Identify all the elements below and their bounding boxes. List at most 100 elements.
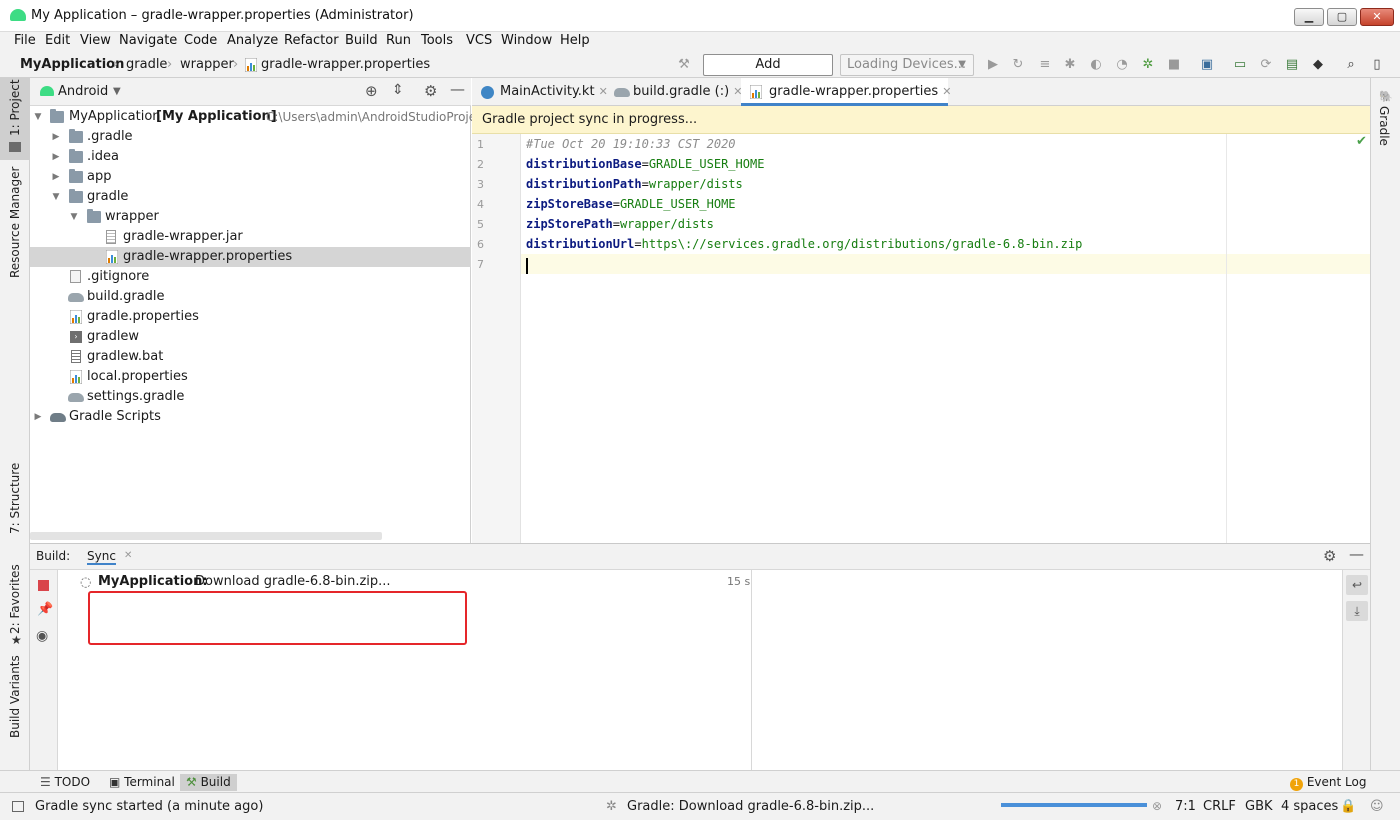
gear-icon[interactable]: ⚙ — [424, 82, 437, 100]
terminal-tool-tab[interactable]: ▣ Terminal — [103, 774, 181, 791]
tree-item[interactable]: ▼ gradle — [30, 187, 471, 207]
chevron-right-icon[interactable]: ▶ — [33, 407, 43, 427]
caret-position[interactable]: 7:1 — [1175, 799, 1196, 814]
menu-file[interactable]: File — [14, 33, 36, 48]
device-selector[interactable]: Loading Devices... ▼ — [840, 54, 974, 76]
resource-manager-tab[interactable]: Resource Manager — [8, 167, 22, 278]
add-configuration-button[interactable]: Add Configuration... — [703, 54, 833, 92]
tree-item[interactable]: build.gradle — [30, 287, 471, 307]
breadcrumb-wrapper[interactable]: wrapper — [180, 57, 234, 72]
gradle-tool-tab[interactable]: Gradle — [1377, 106, 1391, 146]
menu-navigate[interactable]: Navigate — [119, 33, 177, 48]
chevron-down-icon[interactable]: ▼ — [69, 207, 79, 227]
account-icon[interactable]: ▯ — [1369, 57, 1385, 73]
chevron-down-icon[interactable]: ▼ — [51, 187, 61, 207]
line-separator[interactable]: CRLF — [1203, 799, 1236, 814]
tree-item[interactable]: ▼ wrapper — [30, 207, 471, 227]
chevron-right-icon[interactable]: ▶ — [51, 147, 61, 167]
todo-tool-tab[interactable]: ☰ TODO — [34, 774, 96, 791]
menu-tools[interactable]: Tools — [421, 33, 453, 48]
structure-tab[interactable]: 7: Structure — [8, 463, 22, 534]
tab-mainactivity[interactable]: MainActivity.kt ✕ — [472, 78, 608, 106]
stop-icon[interactable] — [38, 580, 49, 591]
avd-manager-icon[interactable]: ▭ — [1232, 57, 1248, 73]
pin-icon[interactable]: 📌 — [37, 602, 53, 617]
search-icon[interactable]: ⌕ — [1343, 57, 1359, 73]
tab-gradle-wrapper-properties[interactable]: gradle-wrapper.properties ✕ — [741, 78, 951, 106]
menu-help[interactable]: Help — [560, 33, 590, 48]
menu-window[interactable]: Window — [501, 33, 552, 48]
tab-sync[interactable]: Sync — [87, 549, 116, 565]
locate-file-icon[interactable]: ⊕ — [365, 82, 378, 100]
status-message[interactable]: Gradle sync started (a minute ago) — [35, 799, 263, 814]
tree-item[interactable]: ▶ .gradle — [30, 127, 471, 147]
tree-item[interactable]: ▶ app — [30, 167, 471, 187]
hammer-icon[interactable]: ⚒ — [676, 57, 692, 73]
build-variants-tab[interactable]: Build Variants — [8, 655, 22, 738]
breadcrumb-gradle[interactable]: gradle — [126, 57, 167, 72]
eye-icon[interactable]: ◉ — [36, 628, 48, 644]
breadcrumb-file[interactable]: gradle-wrapper.properties — [261, 57, 430, 72]
indent-setting[interactable]: 4 spaces — [1281, 799, 1338, 814]
close-button[interactable]: ✕ — [1360, 8, 1394, 26]
lock-icon[interactable]: 🔒 — [1340, 799, 1356, 814]
favorites-tab[interactable]: 2: Favorites — [8, 564, 22, 634]
file-encoding[interactable]: GBK — [1245, 799, 1273, 814]
menu-analyze[interactable]: Analyze — [227, 33, 278, 48]
tree-item[interactable]: .gitignore — [30, 267, 471, 287]
sdk-manager-icon[interactable]: ▤ — [1284, 57, 1300, 73]
code-area[interactable]: #Tue Oct 20 19:10:33 CST 2020 distributi… — [472, 134, 1370, 543]
toggle-tool-windows-icon[interactable] — [12, 801, 24, 812]
menu-code[interactable]: Code — [184, 33, 217, 48]
menu-vcs[interactable]: VCS — [466, 33, 492, 48]
menu-run[interactable]: Run — [386, 33, 411, 48]
tab-build-gradle[interactable]: build.gradle (:) ✕ — [605, 78, 742, 106]
horizontal-scrollbar[interactable] — [30, 532, 382, 540]
tree-item[interactable]: local.properties — [30, 367, 471, 387]
profile-icon[interactable]: ◔ — [1114, 57, 1130, 73]
stop-icon[interactable]: ■ — [1166, 57, 1182, 73]
project-structure-icon[interactable]: ▣ — [1199, 57, 1215, 73]
cancel-task-icon[interactable]: ⊗ — [1152, 799, 1162, 813]
tree-item[interactable]: gradle-wrapper.jar — [30, 227, 471, 247]
menu-refactor[interactable]: Refactor — [284, 33, 339, 48]
close-tab-icon[interactable]: ✕ — [942, 85, 951, 98]
sync-gradle-icon[interactable]: ⟳ — [1258, 57, 1274, 73]
background-task-text[interactable]: Gradle: Download gradle-6.8-bin.zip... — [627, 799, 874, 814]
breadcrumb-project[interactable]: MyApplication — [20, 57, 124, 72]
menu-build[interactable]: Build — [345, 33, 378, 48]
soft-wrap-icon[interactable]: ↩ — [1346, 575, 1368, 595]
tree-item-root[interactable]: ▼ MyApplication [My Application] C:\User… — [30, 107, 476, 127]
hide-panel-icon[interactable]: — — [450, 80, 465, 98]
run-icon[interactable]: ▶ — [985, 57, 1001, 73]
minimize-button[interactable]: ▁ — [1294, 8, 1324, 26]
chevron-down-icon[interactable]: ▼ — [33, 107, 43, 127]
menu-view[interactable]: View — [80, 33, 111, 48]
project-tool-tab[interactable]: 1: Project — [0, 78, 30, 160]
tree-item[interactable]: gradle.properties — [30, 307, 471, 327]
event-log-tab[interactable]: 1 Event Log — [1284, 774, 1372, 791]
coverage-icon[interactable]: ◐ — [1088, 57, 1104, 73]
maximize-button[interactable]: ▢ — [1327, 8, 1357, 26]
scroll-to-end-icon[interactable]: ⤓ — [1346, 601, 1368, 621]
apply-code-changes-icon[interactable]: ≡ — [1037, 57, 1053, 73]
tree-item[interactable]: ▶ .idea — [30, 147, 471, 167]
chevron-right-icon[interactable]: ▶ — [51, 167, 61, 187]
tree-item[interactable]: › gradlew — [30, 327, 471, 347]
close-tab-icon[interactable]: ✕ — [124, 550, 132, 561]
collapse-all-icon[interactable]: ⇕ — [392, 82, 404, 98]
hide-panel-icon[interactable]: — — [1349, 545, 1364, 563]
attach-debugger-icon[interactable]: ✲ — [1140, 57, 1156, 73]
build-tool-tab[interactable]: ⚒ Build — [180, 774, 237, 791]
inspector-icon[interactable]: ☺ — [1370, 799, 1384, 814]
tree-item[interactable]: gradlew.bat — [30, 347, 471, 367]
build-task-text[interactable]: Download gradle-6.8-bin.zip... — [195, 574, 391, 589]
layout-inspector-icon[interactable]: ◆ — [1310, 57, 1326, 73]
apply-changes-icon[interactable]: ↻ — [1010, 57, 1026, 73]
debug-icon[interactable]: ✱ — [1062, 57, 1078, 73]
menu-edit[interactable]: Edit — [45, 33, 70, 48]
build-task-project[interactable]: MyApplication: — [98, 574, 208, 589]
tree-item-selected[interactable]: gradle-wrapper.properties — [30, 247, 471, 267]
chevron-down-icon[interactable]: ▼ — [113, 86, 121, 97]
tree-item[interactable]: settings.gradle — [30, 387, 471, 407]
